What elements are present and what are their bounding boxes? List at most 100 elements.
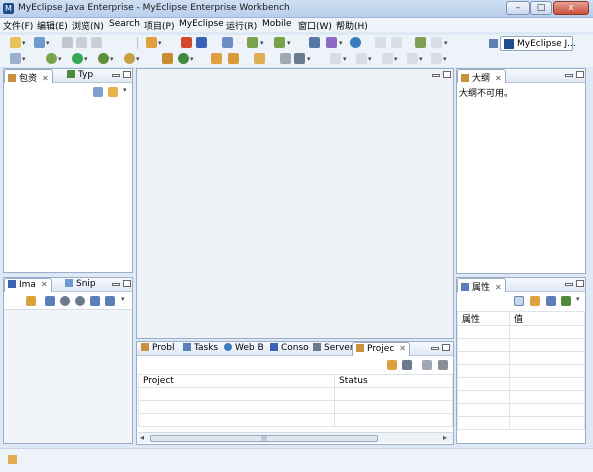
open-perspective-tool-icon[interactable] — [309, 37, 320, 48]
minimize-view-icon[interactable] — [565, 74, 573, 77]
fit-window-icon[interactable] — [105, 296, 115, 306]
coverage-icon[interactable] — [98, 53, 109, 64]
tools-icon[interactable] — [294, 53, 305, 64]
collapse-all-icon[interactable] — [93, 87, 103, 97]
image-icon[interactable] — [415, 37, 426, 48]
horizontal-scrollbar[interactable]: ◂ ||| ▸ — [138, 432, 453, 443]
new-wizard-icon[interactable] — [10, 37, 21, 48]
next-annotation-icon[interactable] — [356, 53, 367, 64]
prev-annotation-icon[interactable] — [382, 53, 393, 64]
menu-navigate[interactable]: 浏览(N) — [72, 19, 104, 32]
new-web-project-icon[interactable] — [34, 37, 45, 48]
profile-dropdown-arrow-icon[interactable]: ▾ — [136, 55, 140, 63]
console-dropdown-arrow-icon[interactable]: ▾ — [22, 55, 26, 63]
remove-all-icon[interactable] — [438, 360, 448, 370]
advanced-icon[interactable] — [546, 296, 556, 306]
tab-problems[interactable]: Probl — [138, 342, 178, 356]
close-icon[interactable]: ✕ — [399, 344, 406, 353]
annotation-dropdown-arrow-icon[interactable]: ▾ — [343, 55, 347, 63]
run-dropdown-arrow-icon[interactable]: ▾ — [84, 55, 88, 63]
tab-project-deployments[interactable]: Projec ✕ — [352, 342, 410, 356]
annotation-icon[interactable] — [330, 53, 341, 64]
profile-icon[interactable] — [124, 53, 135, 64]
tab-servers[interactable]: Server — [310, 342, 357, 356]
copy-icon[interactable] — [391, 37, 402, 48]
close-icon[interactable]: ✕ — [495, 74, 502, 83]
pen-icon[interactable] — [228, 53, 239, 64]
scroll-left-icon[interactable]: ◂ — [140, 433, 144, 442]
zoom-in-icon[interactable] — [75, 296, 85, 306]
prev-annotation-dropdown-arrow-icon[interactable]: ▾ — [394, 55, 398, 63]
close-icon[interactable]: ✕ — [495, 283, 502, 292]
tab-console[interactable]: Conso — [267, 342, 312, 356]
filter-icon[interactable] — [530, 296, 540, 306]
menu-window[interactable]: 窗口(W) — [298, 19, 332, 32]
sync-icon[interactable] — [26, 296, 36, 306]
back-dropdown-arrow-icon[interactable]: ▾ — [419, 55, 423, 63]
minimize-view-icon[interactable] — [112, 283, 120, 286]
menu-project[interactable]: 项目(P) — [144, 19, 174, 32]
tab-image-preview[interactable]: Ima ✕ — [4, 278, 52, 292]
column-header-status[interactable]: Status — [334, 374, 453, 388]
coverage-dropdown-arrow-icon[interactable]: ▾ — [110, 55, 114, 63]
console-icon[interactable] — [10, 53, 21, 64]
zoom-out-icon[interactable] — [60, 296, 70, 306]
view-menu-arrow-icon[interactable]: ▾ — [123, 86, 127, 94]
run-config-icon[interactable] — [247, 37, 258, 48]
tools-dropdown-arrow-icon[interactable]: ▾ — [307, 55, 311, 63]
minimize-view-icon[interactable] — [431, 347, 439, 350]
print-icon[interactable] — [91, 37, 102, 48]
close-icon[interactable]: ✕ — [41, 280, 48, 289]
perspective-button[interactable]: MyEclipse J... — [500, 36, 576, 51]
maximize-view-icon[interactable] — [576, 71, 584, 78]
open-perspective-icon[interactable] — [489, 39, 498, 48]
debug-icon[interactable] — [46, 53, 57, 64]
maximize-view-icon[interactable] — [576, 280, 584, 287]
new-class-dropdown-arrow-icon[interactable]: ▾ — [190, 55, 194, 63]
forward-icon[interactable] — [431, 53, 442, 64]
save-icon[interactable] — [62, 37, 73, 48]
run-config-dropdown-arrow-icon[interactable]: ▾ — [260, 39, 264, 47]
tab-type-hierarchy[interactable]: Typ — [64, 69, 96, 83]
menu-search[interactable]: Search — [109, 19, 140, 29]
menu-mobile[interactable]: Mobile — [262, 19, 292, 29]
column-header-property[interactable]: 属性 — [457, 311, 510, 326]
fit-image-icon[interactable] — [45, 296, 55, 306]
menu-run[interactable]: 运行(R) — [226, 19, 257, 32]
scroll-thumb[interactable]: ||| — [150, 435, 378, 442]
open-type-icon[interactable] — [146, 37, 157, 48]
tab-properties[interactable]: 属性 ✕ — [457, 278, 506, 293]
browser-icon[interactable] — [326, 37, 337, 48]
column-header-project[interactable]: Project — [138, 374, 335, 388]
menu-file[interactable]: 文件(F) — [3, 19, 33, 32]
next-annotation-dropdown-arrow-icon[interactable]: ▾ — [368, 55, 372, 63]
open-type-dropdown-arrow-icon[interactable]: ▾ — [158, 39, 162, 47]
redeploy-icon[interactable] — [402, 360, 412, 370]
scroll-right-icon[interactable]: ▸ — [443, 433, 447, 442]
deploy-project-icon[interactable] — [387, 360, 397, 370]
tab-package-explorer[interactable]: 包资 ✕ — [4, 69, 53, 84]
column-header-value[interactable]: 值 — [509, 311, 585, 326]
cut-icon[interactable] — [375, 37, 386, 48]
server-icon[interactable] — [196, 37, 207, 48]
forward-dropdown-arrow-icon[interactable]: ▾ — [443, 55, 447, 63]
save-all-icon[interactable] — [76, 37, 87, 48]
search-icon[interactable] — [431, 37, 442, 48]
external-tools-dropdown-arrow-icon[interactable]: ▾ — [287, 39, 291, 47]
close-icon[interactable]: ✕ — [42, 74, 49, 83]
remove-deployment-icon[interactable] — [422, 360, 432, 370]
categories-icon[interactable] — [514, 296, 524, 306]
view-menu-arrow-icon[interactable]: ▾ — [121, 295, 125, 303]
maximize-view-icon[interactable] — [123, 280, 131, 287]
debug-dropdown-arrow-icon[interactable]: ▾ — [58, 55, 62, 63]
folder-edit-icon[interactable] — [254, 53, 265, 64]
menu-help[interactable]: 帮助(H) — [336, 19, 368, 32]
doc-icon[interactable] — [280, 53, 291, 64]
maximize-view-icon[interactable] — [123, 71, 131, 78]
fast-view-icon[interactable] — [8, 455, 17, 464]
minimize-editor-icon[interactable] — [432, 74, 440, 77]
run-icon[interactable] — [72, 53, 83, 64]
menu-edit[interactable]: 编辑(E) — [37, 19, 68, 32]
maximize-editor-icon[interactable] — [443, 71, 451, 78]
close-button[interactable]: x — [553, 1, 589, 15]
